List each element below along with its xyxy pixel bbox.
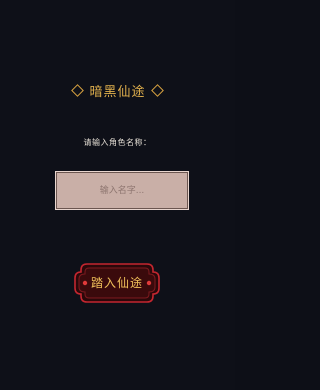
title-row: 暗黑仙途 — [0, 80, 235, 100]
right-diamond-icon — [150, 83, 164, 97]
character-name-input[interactable] — [56, 172, 188, 209]
enter-button-label: 踏入仙途 — [90, 276, 143, 290]
name-prompt-label: 请输入角色名称： — [83, 138, 152, 147]
game-start-screen: 暗黑仙途 请输入角色名称： 踏入仙途 — [0, 0, 235, 390]
game-title: 暗黑仙途 — [89, 84, 146, 100]
enter-game-button[interactable]: 踏入仙途 — [73, 262, 161, 304]
left-diamond-icon — [71, 83, 85, 97]
name-input-frame — [55, 171, 189, 210]
